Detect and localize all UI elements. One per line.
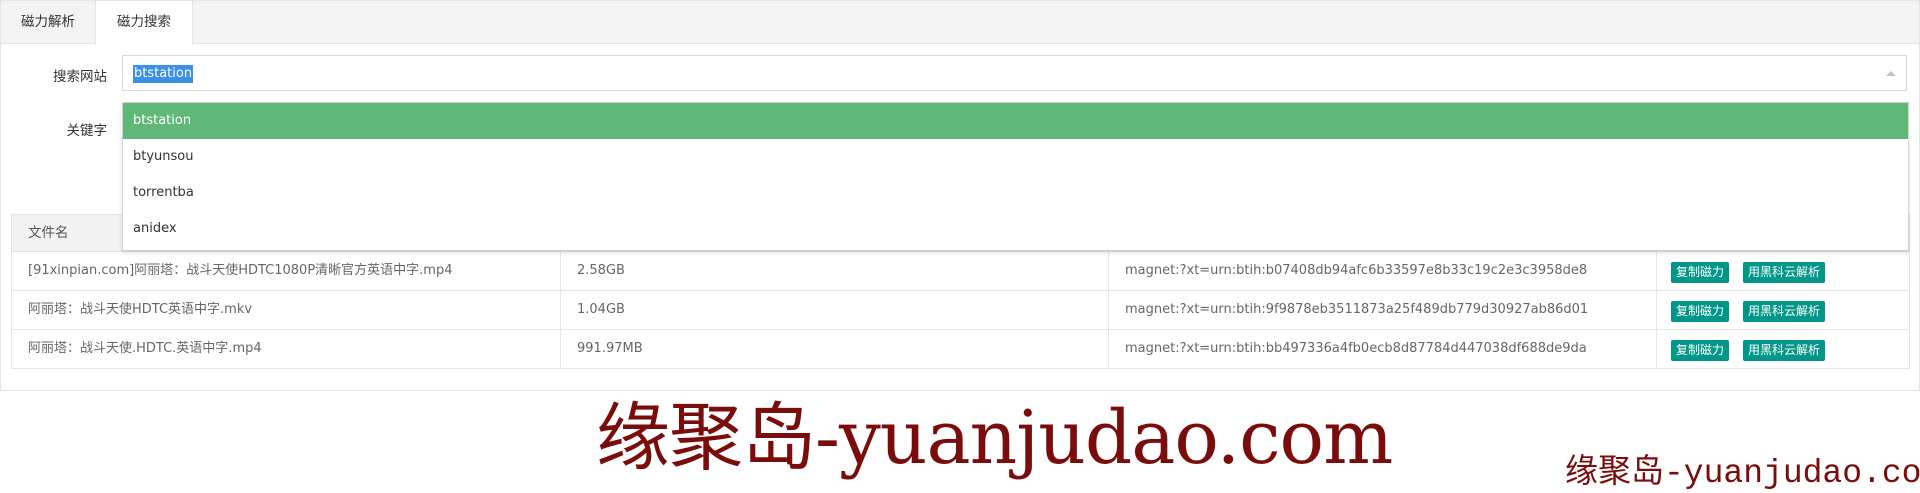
site-option-torrentba[interactable]: torrentba xyxy=(123,175,1908,211)
magnet-link-cell: magnet:?xt=urn:btih:9f9878eb3511873a25f4… xyxy=(1108,291,1656,329)
magnet-link-cell: magnet:?xt=urn:btih:bb497336a4fb0ecb8d87… xyxy=(1108,330,1656,368)
keyword-label: 关键字 xyxy=(66,123,108,139)
parse-cloud-button[interactable]: 用黑科云解析 xyxy=(1743,301,1826,322)
site-dropdown-menu: btstation btyunsou torrentba anidex xyxy=(122,102,1909,251)
table-row: 阿丽塔：战斗天使.HDTC.英语中字.mp4 991.97MB magnet:?… xyxy=(11,330,1910,369)
parse-cloud-button[interactable]: 用黑科云解析 xyxy=(1743,262,1826,283)
site-option-anidex[interactable]: anidex xyxy=(123,211,1908,247)
site-select[interactable]: btstation xyxy=(122,55,1907,91)
actions-cell: 复制磁力 用黑科云解析 xyxy=(1656,330,1909,368)
magnet-panel: 磁力解析 磁力搜索 搜索网站 btstation 关键字 文件名 [91xinp… xyxy=(0,0,1920,391)
copy-magnet-button[interactable]: 复制磁力 xyxy=(1671,340,1730,361)
site-option-btstation[interactable]: btstation xyxy=(123,103,1908,139)
file-name-cell: 阿丽塔：战斗天使HDTC英语中字.mkv xyxy=(28,302,253,317)
copy-magnet-button[interactable]: 复制磁力 xyxy=(1671,262,1730,283)
tab-bar: 磁力解析 磁力搜索 xyxy=(1,1,1919,44)
column-filename-header: 文件名 xyxy=(28,225,69,241)
file-size-cell: 1.04GB xyxy=(560,291,1108,329)
file-name-cell: 阿丽塔：战斗天使.HDTC.英语中字.mp4 xyxy=(28,341,262,356)
caret-up-icon xyxy=(1886,71,1896,76)
watermark-large: 缘聚岛-yuanjudao.com xyxy=(596,395,1393,481)
file-size-cell: 2.58GB xyxy=(560,252,1108,290)
site-label: 搜索网站 xyxy=(53,69,107,85)
site-option-btyunsou[interactable]: btyunsou xyxy=(123,139,1908,175)
copy-magnet-button[interactable]: 复制磁力 xyxy=(1671,301,1730,322)
actions-cell: 复制磁力 用黑科云解析 xyxy=(1656,291,1909,329)
tab-magnet-parse[interactable]: 磁力解析 xyxy=(7,1,89,44)
actions-cell: 复制磁力 用黑科云解析 xyxy=(1656,252,1909,290)
magnet-link-cell: magnet:?xt=urn:btih:b07408db94afc6b33597… xyxy=(1108,252,1656,290)
table-row: [91xinpian.com]阿丽塔：战斗天使HDTC1080P清晰官方英语中字… xyxy=(11,252,1910,291)
watermark-small: 缘聚岛-yuanjudao.com xyxy=(1565,455,1920,492)
tab-magnet-search[interactable]: 磁力搜索 xyxy=(95,1,193,44)
parse-cloud-button[interactable]: 用黑科云解析 xyxy=(1743,340,1826,361)
file-size-cell: 991.97MB xyxy=(560,330,1108,368)
table-row: 阿丽塔：战斗天使HDTC英语中字.mkv 1.04GB magnet:?xt=u… xyxy=(11,291,1910,330)
file-name-cell: [91xinpian.com]阿丽塔：战斗天使HDTC1080P清晰官方英语中字… xyxy=(28,263,453,278)
site-select-value: btstation xyxy=(133,65,194,83)
